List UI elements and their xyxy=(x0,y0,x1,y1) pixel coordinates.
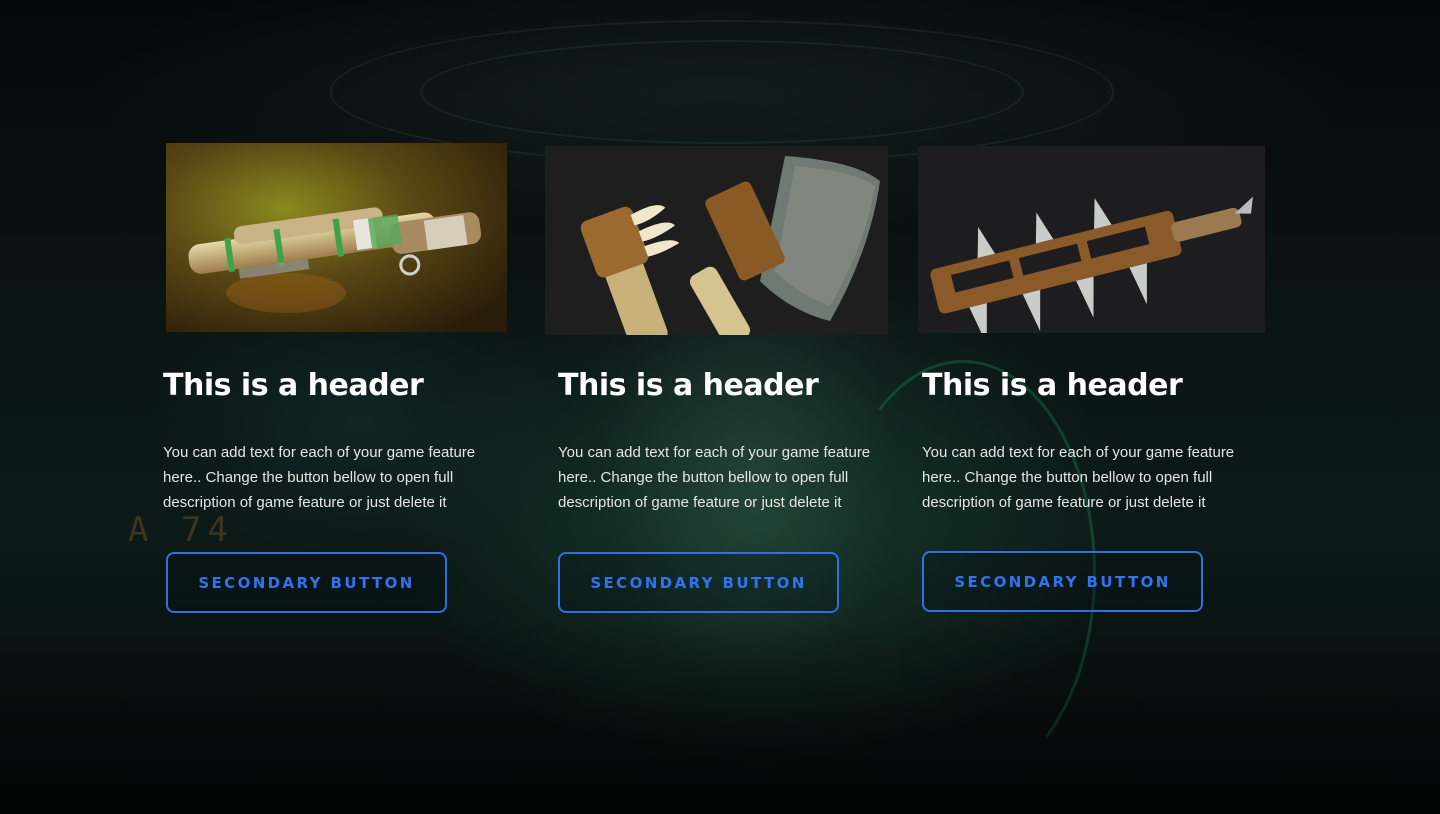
background-shade xyxy=(0,620,1440,814)
bone-cleaver-image xyxy=(545,146,888,335)
secondary-button-3[interactable]: SECONDARY BUTTON xyxy=(922,551,1203,612)
feature-description-1: You can add text for each of your game f… xyxy=(163,444,476,511)
bamboo-pistol-image xyxy=(166,143,507,332)
feature-description-2: You can add text for each of your game f… xyxy=(558,444,871,511)
feature-header-3: This is a header xyxy=(922,368,1183,403)
feature-image-1 xyxy=(166,143,507,332)
secondary-button-1[interactable]: SECONDARY BUTTON xyxy=(166,552,447,613)
feature-header-1: This is a header xyxy=(163,368,424,403)
background-scene: A 74 xyxy=(0,0,1440,814)
feature-image-2 xyxy=(545,146,888,335)
background-ring xyxy=(420,40,1024,144)
secondary-button-2[interactable]: SECONDARY BUTTON xyxy=(558,552,839,613)
feature-image-3 xyxy=(918,146,1265,333)
feature-description-3: You can add text for each of your game f… xyxy=(922,444,1235,511)
feature-header-2: This is a header xyxy=(558,368,819,403)
background-sign: A 74 xyxy=(128,510,234,550)
spiked-sword-image xyxy=(918,146,1265,333)
